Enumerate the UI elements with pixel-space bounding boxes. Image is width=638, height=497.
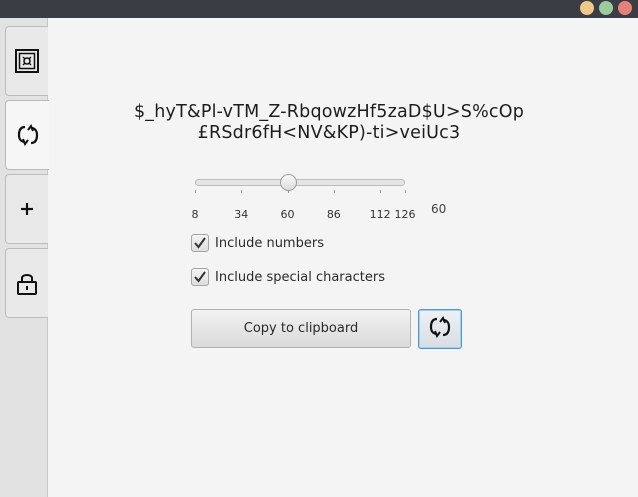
generator-panel: $_hyT&Pl-vTM_Z-RbqowzHf5zaD$U>S%cOp £RSd… bbox=[49, 18, 638, 497]
checkmark-icon bbox=[194, 237, 206, 249]
slider-tick bbox=[405, 190, 406, 193]
include-special-chars-checkbox[interactable]: Include special characters bbox=[191, 268, 385, 286]
lock-icon bbox=[16, 271, 38, 295]
password-line-2: £RSdr6fH<NV&KP)-ti>veiUc3 bbox=[197, 123, 461, 143]
password-line-1: $_hyT&Pl-vTM_Z-RbqowzHf5zaD$U>S%cOp bbox=[133, 102, 525, 122]
slider-tick-label: 112 bbox=[369, 208, 391, 221]
title-bar bbox=[0, 0, 638, 18]
minimize-button[interactable] bbox=[580, 1, 594, 15]
sidebar bbox=[0, 18, 49, 497]
tab-vault[interactable] bbox=[5, 26, 48, 96]
checkmark-icon bbox=[194, 271, 206, 283]
slider-tick-label: 60 bbox=[280, 208, 295, 221]
slider-thumb[interactable] bbox=[279, 174, 297, 191]
close-button[interactable] bbox=[618, 1, 632, 15]
regenerate-button[interactable] bbox=[418, 309, 462, 349]
tab-add[interactable] bbox=[5, 174, 48, 244]
include-special-chars-label: Include special characters bbox=[215, 269, 385, 285]
slider-tick-label: 8 bbox=[191, 208, 199, 221]
slider-track[interactable] bbox=[195, 179, 405, 186]
maximize-button[interactable] bbox=[599, 1, 613, 15]
length-slider[interactable] bbox=[195, 174, 407, 193]
tab-generator[interactable] bbox=[5, 100, 49, 170]
slider-tick bbox=[333, 190, 335, 193]
length-value: 60 bbox=[431, 202, 447, 216]
slider-tick-label: 86 bbox=[326, 208, 341, 221]
slider-tick bbox=[287, 190, 289, 193]
refresh-icon bbox=[16, 123, 40, 147]
safe-icon bbox=[15, 49, 39, 73]
include-numbers-label: Include numbers bbox=[215, 235, 324, 251]
checkbox-box[interactable] bbox=[191, 268, 209, 286]
slider-tick bbox=[241, 190, 243, 193]
checkbox-box[interactable] bbox=[191, 234, 209, 252]
plus-icon bbox=[19, 201, 35, 217]
slider-tick-label: 34 bbox=[234, 208, 249, 221]
include-numbers-checkbox[interactable]: Include numbers bbox=[191, 234, 324, 252]
refresh-icon bbox=[428, 315, 452, 343]
slider-tick bbox=[195, 190, 196, 193]
copy-to-clipboard-button[interactable]: Copy to clipboard bbox=[191, 309, 411, 348]
generated-password: $_hyT&Pl-vTM_Z-RbqowzHf5zaD$U>S%cOp £RSd… bbox=[49, 102, 609, 144]
slider-tick-label: 126 bbox=[394, 208, 416, 221]
tab-lock[interactable] bbox=[5, 248, 48, 318]
slider-tick bbox=[380, 190, 382, 193]
